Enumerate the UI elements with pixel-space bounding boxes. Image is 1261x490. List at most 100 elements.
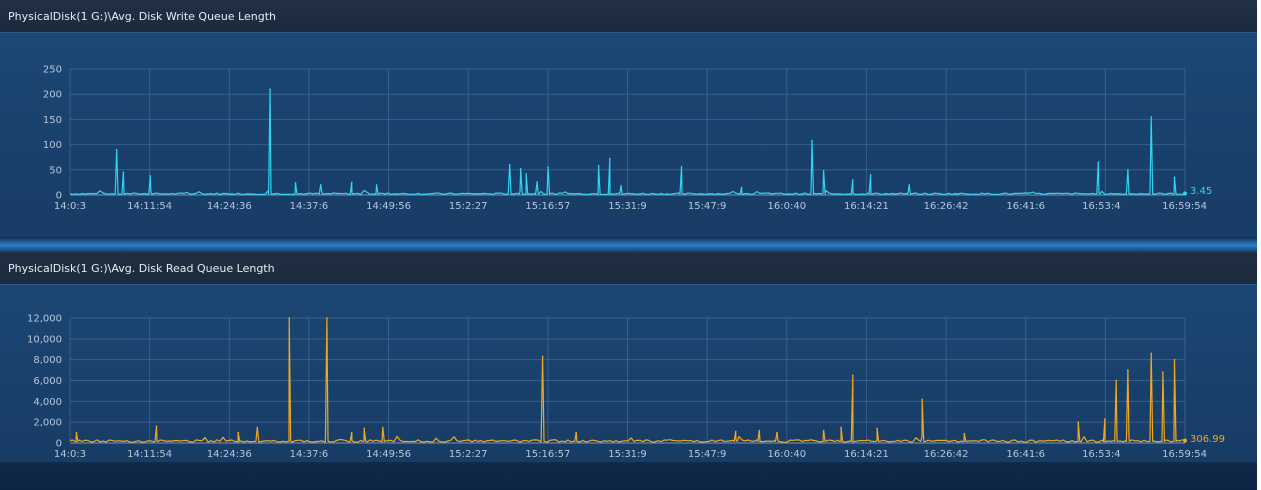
read-peak-point — [350, 431, 353, 434]
write-peak-point — [519, 167, 522, 170]
read-peak-point — [363, 427, 365, 430]
read-peak-point — [381, 426, 384, 429]
read-y-tick-label: 12,000 — [27, 314, 62, 325]
read-peak-point — [840, 426, 842, 429]
write-peak-point — [1097, 161, 1100, 164]
read-peak-point — [288, 317, 290, 319]
read-queue-panel: PhysicalDisk(1 G:)\Avg. Disk Read Queue … — [0, 252, 1257, 462]
read-x-tick-label: 16:59:54 — [1162, 449, 1207, 460]
read-peak-point — [326, 317, 328, 319]
read-peak-point — [921, 398, 924, 401]
write-peak-point — [680, 165, 683, 168]
write-y-tick-label: 0 — [56, 191, 62, 202]
write-x-tick-label: 16:14:21 — [844, 201, 889, 212]
write-peak-point — [269, 88, 271, 90]
write-x-tick-label: 16:53:4 — [1082, 201, 1121, 212]
panel-divider — [0, 237, 1257, 252]
read-peak-point — [1077, 421, 1080, 423]
write-peak-point — [851, 179, 854, 181]
write-peak-point — [508, 163, 511, 166]
write-queue-panel: PhysicalDisk(1 G:)\Avg. Disk Write Queue… — [0, 0, 1257, 237]
write-current-value-marker — [1183, 191, 1187, 196]
read-y-tick-label: 6,000 — [33, 376, 62, 387]
read-peak-point — [155, 425, 158, 428]
write-peak-point — [525, 173, 527, 175]
write-x-tick-label: 16:59:54 — [1162, 201, 1207, 212]
write-queue-title-bar: PhysicalDisk(1 G:)\Avg. Disk Write Queue… — [0, 0, 1257, 33]
write-peak-point — [115, 148, 118, 151]
read-x-tick-label: 14:37:6 — [290, 449, 329, 460]
write-peak-point — [811, 139, 813, 142]
write-peak-point — [319, 184, 322, 186]
read-peak-point — [1115, 379, 1118, 382]
write-y-tick-label: 50 — [49, 165, 62, 176]
write-peak-point — [908, 184, 911, 186]
read-peak-point — [822, 429, 825, 432]
read-current-value-marker — [1183, 438, 1187, 443]
read-peak-point — [876, 427, 878, 430]
write-peak-point — [149, 175, 152, 177]
read-x-tick-label: 16:26:42 — [924, 449, 969, 460]
window-edge — [1257, 0, 1261, 490]
read-peak-point — [237, 431, 240, 434]
bottom-strip — [0, 462, 1257, 490]
write-series-line — [69, 88, 1183, 196]
write-x-tick-label: 16:26:42 — [924, 201, 969, 212]
write-x-tick-label: 14:24:36 — [207, 201, 252, 212]
read-peak-point — [1127, 369, 1129, 371]
write-x-tick-label: 15:2:27 — [449, 201, 488, 212]
read-x-tick-label: 15:16:57 — [525, 449, 570, 460]
write-peak-point — [375, 184, 378, 186]
write-y-tick-label: 100 — [43, 140, 62, 151]
read-x-tick-label: 14:24:36 — [207, 449, 252, 460]
read-x-tick-label: 15:2:27 — [449, 449, 488, 460]
read-queue-title: PhysicalDisk(1 G:)\Avg. Disk Read Queue … — [8, 262, 275, 275]
read-y-tick-label: 10,000 — [27, 334, 62, 345]
read-x-tick-label: 14:49:56 — [366, 449, 411, 460]
read-peak-point — [776, 431, 778, 434]
read-x-tick-label: 15:47:9 — [688, 449, 727, 460]
read-y-tick-label: 8,000 — [33, 355, 62, 366]
read-x-tick-label: 14:0:3 — [54, 449, 86, 460]
write-peak-point — [620, 185, 622, 187]
write-queue-title: PhysicalDisk(1 G:)\Avg. Disk Write Queue… — [8, 10, 276, 23]
write-x-tick-label: 14:11:54 — [127, 201, 172, 212]
read-queue-chart: 0 2,000 4,000 6,000 8,000 10,000 12,000 14:0:3 1… — [27, 314, 1225, 461]
write-x-tick-label: 15:31:9 — [608, 201, 647, 212]
read-x-tick-label: 15:31:9 — [608, 449, 647, 460]
read-x-tick-label: 16:41:6 — [1006, 449, 1045, 460]
read-peak-point — [1104, 418, 1106, 420]
read-peak-point — [851, 374, 854, 377]
read-peak-point — [963, 432, 966, 435]
write-peak-point — [294, 182, 297, 184]
write-peak-point — [350, 181, 353, 184]
write-x-tick-label: 14:37:6 — [290, 201, 329, 212]
write-peak-point — [609, 157, 611, 160]
write-x-tick-label: 14:0:3 — [54, 201, 86, 212]
write-peak-point — [1150, 116, 1153, 118]
write-peak-point — [597, 164, 600, 167]
read-peak-point — [75, 431, 78, 434]
write-peak-point — [536, 181, 538, 183]
read-peak-point — [1162, 371, 1164, 373]
write-x-tick-label: 16:41:6 — [1006, 201, 1045, 212]
write-peak-point — [740, 186, 743, 189]
write-peak-point — [122, 171, 125, 174]
read-peak-point — [1150, 352, 1153, 355]
write-y-tick-label: 200 — [43, 90, 62, 101]
read-current-value-label: 306.99 — [1190, 434, 1225, 445]
read-peak-point — [1173, 358, 1176, 361]
read-peak-point — [541, 355, 544, 358]
write-queue-chart: 0 50 100 150 200 250 14:0:3 14:11:54 14:24:36 14:… — [43, 65, 1212, 213]
write-x-tick-label: 15:47:9 — [688, 201, 727, 212]
read-x-tick-label: 16:14:21 — [844, 449, 889, 460]
read-y-tick-label: 4,000 — [33, 397, 62, 408]
write-y-tick-label: 250 — [43, 65, 62, 76]
read-x-tick-label: 16:0:40 — [768, 449, 807, 460]
write-x-tick-label: 14:49:56 — [366, 201, 411, 212]
read-x-tick-label: 16:53:4 — [1082, 449, 1121, 460]
write-peak-point — [1127, 169, 1129, 171]
read-peak-point — [758, 429, 761, 432]
read-peak-point — [575, 431, 577, 434]
write-current-value-label: 3.45 — [1190, 186, 1212, 197]
